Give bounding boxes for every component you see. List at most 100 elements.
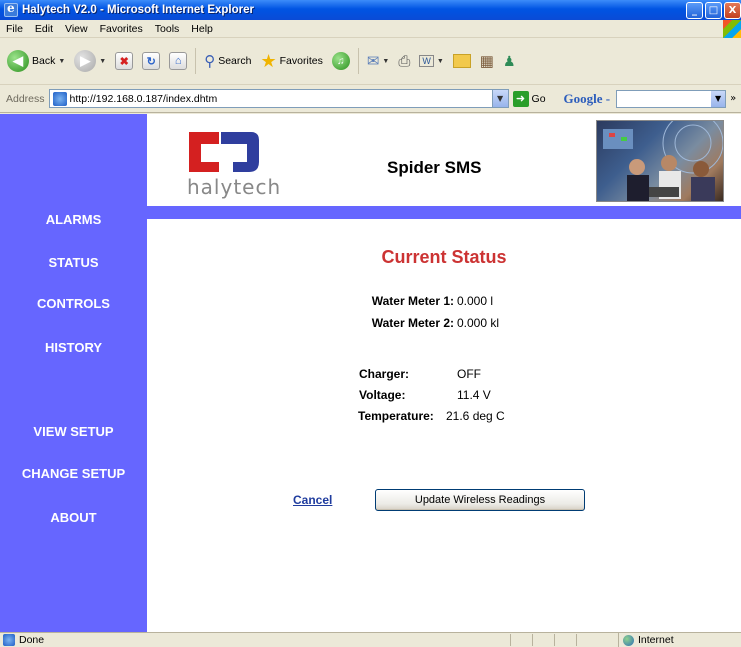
browser-window: Halytech V2.0 - Microsoft Internet Explo…	[0, 0, 741, 647]
menu-edit[interactable]: Edit	[29, 23, 59, 35]
chevron-down-icon[interactable]: ▼	[711, 90, 726, 107]
water-meter-1-row: Water Meter 1: 0.000 l	[147, 294, 741, 310]
temperature-row: Temperature: 21.6 deg C	[147, 409, 741, 425]
back-arrow-icon: ◀	[7, 50, 29, 72]
nav-change-setup[interactable]: CHANGE SETUP	[0, 466, 147, 481]
messenger-button[interactable]: ♟	[500, 46, 519, 76]
chevron-down-icon[interactable]: ▼	[491, 90, 508, 107]
nav-alarms[interactable]: ALARMS	[0, 212, 147, 227]
folder-icon	[452, 54, 471, 68]
status-panel: Current Status Water Meter 1: 0.000 l Wa…	[147, 219, 741, 632]
ie-icon	[4, 1, 18, 17]
home-icon: ⌂	[169, 52, 188, 70]
window-controls: _ □ X	[686, 2, 741, 19]
status-bar: Done Internet	[0, 632, 741, 647]
windows-logo-icon	[723, 20, 741, 38]
print-button[interactable]: ⎙	[395, 46, 413, 76]
voltage-row: Voltage: 11.4 V	[147, 388, 741, 404]
favorites-button[interactable]: ★ Favorites	[258, 46, 326, 76]
edit-button[interactable]: W ▼	[416, 46, 446, 76]
water-meter-2-row: Water Meter 2: 0.000 kl	[147, 316, 741, 332]
chevron-down-icon: ▼	[58, 57, 66, 65]
chevron-down-icon: ▼	[436, 57, 444, 65]
status-text: Done	[19, 634, 45, 646]
web-page: ALARMS STATUS CONTROLS HISTORY VIEW SETU…	[0, 114, 741, 632]
header-divider-band	[147, 206, 741, 219]
word-icon: W	[419, 55, 434, 67]
address-label: Address	[6, 92, 45, 105]
menu-help[interactable]: Help	[185, 23, 219, 35]
address-input[interactable]: http://192.168.0.187/index.dhtm ▼	[48, 89, 509, 108]
refresh-icon: ↻	[142, 52, 161, 70]
search-button[interactable]: ⚲ Search	[201, 46, 254, 76]
voltage-label: Voltage:	[359, 388, 406, 402]
water-meter-1-value: 0.000 l	[457, 294, 494, 308]
chevron-down-icon: ▼	[99, 57, 107, 65]
app-title: Spider SMS	[387, 158, 482, 177]
sidebar-nav: ALARMS STATUS CONTROLS HISTORY VIEW SETU…	[0, 114, 147, 632]
page-title: Current Status	[381, 247, 507, 267]
menu-view[interactable]: View	[59, 23, 94, 35]
update-wireless-readings-button[interactable]: Update Wireless Readings	[375, 489, 585, 511]
water-meter-1-label: Water Meter 1:	[371, 294, 454, 308]
title-bar: Halytech V2.0 - Microsoft Internet Explo…	[0, 0, 741, 20]
minimize-button[interactable]: _	[686, 2, 703, 19]
voltage-value: 11.4 V	[457, 388, 491, 402]
mail-icon: ✉	[366, 53, 380, 70]
window-title: Halytech V2.0 - Microsoft Internet Explo…	[22, 4, 254, 16]
halytech-logo: halytech	[187, 132, 280, 199]
status-cell	[576, 634, 598, 646]
stop-button[interactable]: ✖	[112, 46, 136, 76]
nav-view-setup[interactable]: VIEW SETUP	[0, 424, 147, 439]
standard-toolbar: ◀ Back ▼ ▶ ▼ ✖ ↻ ⌂ ⚲ Search ★ Favorites …	[0, 38, 741, 85]
status-cell	[510, 634, 532, 646]
forward-arrow-icon: ▶	[74, 50, 97, 72]
refresh-button[interactable]: ↻	[139, 46, 163, 76]
status-cells	[510, 634, 598, 646]
people-photo-image	[603, 121, 723, 201]
toolbar-separator	[357, 48, 359, 74]
media-button[interactable]: ♫	[329, 46, 353, 76]
more-chevron-icon[interactable]: »	[730, 93, 736, 104]
forward-button[interactable]: ▶ ▼	[71, 46, 109, 76]
research-icon: ▦	[479, 53, 494, 70]
home-button[interactable]: ⌂	[166, 46, 190, 76]
zone-label: Internet	[638, 634, 674, 646]
nav-about[interactable]: ABOUT	[0, 510, 147, 525]
water-meter-2-label: Water Meter 2:	[371, 316, 454, 330]
media-icon: ♫	[331, 52, 350, 70]
address-url: http://192.168.0.187/index.dhtm	[69, 92, 218, 105]
google-toolbar-label[interactable]: Google -	[564, 91, 611, 107]
menu-favorites[interactable]: Favorites	[94, 23, 149, 35]
back-button[interactable]: ◀ Back ▼	[4, 46, 68, 76]
nav-status[interactable]: STATUS	[0, 255, 147, 270]
chevron-down-icon: ▼	[382, 57, 390, 65]
menu-file[interactable]: File	[0, 23, 29, 35]
cancel-link[interactable]: Cancel	[293, 493, 332, 507]
status-cell	[554, 634, 576, 646]
print-icon: ⎙	[398, 52, 411, 70]
go-button[interactable]: ➜ Go	[512, 90, 546, 107]
messenger-icon: ♟	[502, 52, 516, 69]
research-button[interactable]: ▦	[477, 46, 497, 76]
star-icon: ★	[260, 50, 277, 71]
close-button[interactable]: X	[724, 2, 741, 19]
go-label: Go	[531, 92, 546, 105]
back-label: Back	[32, 55, 56, 67]
temperature-value: 21.6 deg C	[446, 409, 505, 423]
mail-button[interactable]: ✉ ▼	[364, 46, 393, 76]
search-label: Search	[218, 55, 252, 67]
nav-history[interactable]: HISTORY	[0, 340, 147, 355]
menu-tools[interactable]: Tools	[149, 23, 186, 35]
globe-icon	[623, 634, 634, 646]
stop-icon: ✖	[115, 52, 134, 70]
google-search-input[interactable]: ▼	[616, 89, 727, 108]
discuss-button[interactable]	[450, 46, 474, 76]
nav-controls[interactable]: CONTROLS	[0, 296, 147, 311]
favorites-label: Favorites	[279, 55, 323, 67]
page-icon	[52, 91, 67, 106]
maximize-button[interactable]: □	[705, 2, 722, 19]
page-done-icon	[3, 634, 15, 646]
menu-bar: File Edit View Favorites Tools Help	[0, 20, 741, 38]
status-cell	[532, 634, 554, 646]
